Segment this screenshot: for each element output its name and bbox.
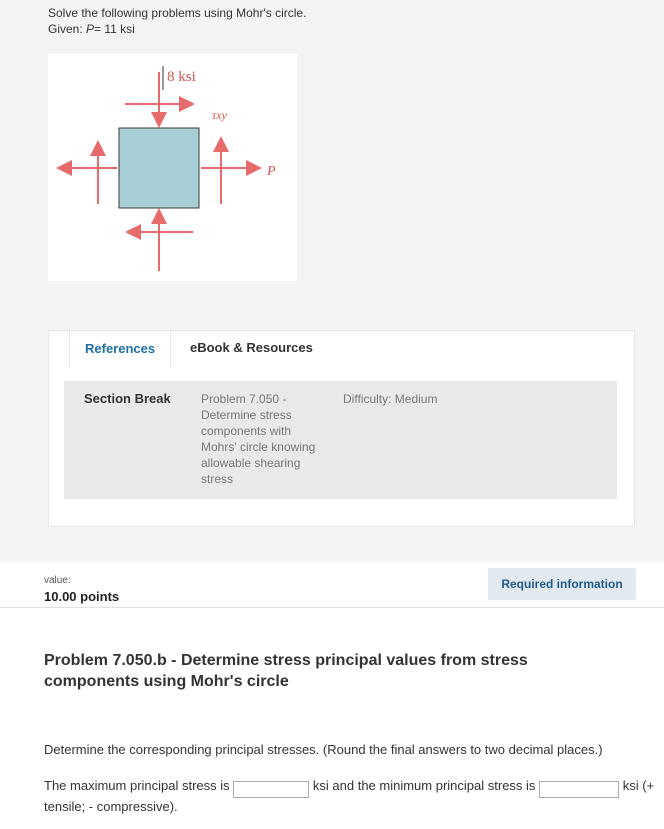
answer-text-2: ksi and the minimum principal stress is: [312, 778, 536, 793]
load-label-p: P: [266, 164, 276, 179]
answer-row: The maximum principal stress is ksi and …: [44, 777, 664, 815]
value-label: value:: [44, 575, 71, 586]
answer-text-1: The maximum principal stress is: [44, 778, 230, 793]
min-principal-stress-input[interactable]: [539, 780, 620, 798]
section-break-label: Section Break: [84, 391, 171, 406]
max-principal-stress-input[interactable]: [233, 780, 310, 798]
given-line: Given: P= 11 ksi: [48, 21, 306, 37]
shear-label-txy: τxy: [212, 108, 228, 122]
section-difficulty: Difficulty: Medium: [343, 392, 438, 406]
question-text: Determine the corresponding principal st…: [44, 742, 603, 757]
problem-intro: Solve the following problems using Mohr'…: [48, 5, 306, 37]
stress-label-8ksi: 8 ksi: [167, 69, 196, 85]
given-rest: = 11 ksi: [94, 22, 135, 36]
problem-title: Problem 7.050.b - Determine stress princ…: [44, 652, 528, 690]
stress-element-figure: 8 ksi τxy P: [48, 54, 297, 281]
section-divider: [0, 607, 664, 608]
section-problem-name: Problem 7.050 - Determine stress compone…: [201, 392, 316, 486]
given-var: P: [86, 22, 95, 36]
intro-line: Solve the following problems using Mohr'…: [48, 6, 307, 20]
stress-element-square: [118, 127, 200, 209]
tab-ebook-resources[interactable]: eBook & Resources: [175, 330, 328, 366]
stress-element-diagram: 8 ksi τxy P: [56, 66, 276, 271]
given-prefix: Given:: [48, 22, 87, 36]
value-points: 10.00 points: [44, 589, 120, 604]
required-information-button[interactable]: Required information: [488, 568, 636, 600]
tab-references[interactable]: References: [69, 330, 172, 367]
section-info-table: Section Break Problem 7.050 - Determine …: [64, 381, 617, 499]
